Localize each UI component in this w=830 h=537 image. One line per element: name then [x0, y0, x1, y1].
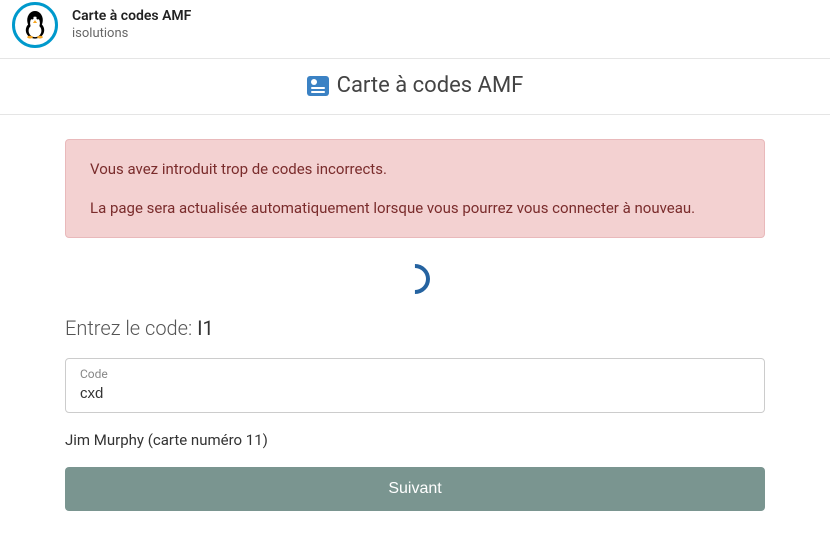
prompt-label: Entrez le code:: [65, 316, 197, 340]
app-avatar: [12, 2, 58, 48]
card-holder-info: Jim Murphy (carte numéro 11): [65, 431, 765, 449]
spinner-icon: [394, 258, 436, 300]
page-title-text: Carte à codes AMF: [337, 73, 524, 98]
code-input-group[interactable]: Code: [65, 358, 765, 413]
code-input[interactable]: [80, 385, 750, 402]
code-input-label: Code: [80, 367, 750, 381]
app-subtitle: isolutions: [72, 26, 191, 43]
prompt-code-value: I1: [197, 316, 214, 340]
alert-line-1: Vous avez introduit trop de codes incorr…: [90, 158, 740, 181]
alert-line-2: La page sera actualisée automatiquement …: [90, 197, 740, 220]
next-button[interactable]: Suivant: [65, 467, 765, 511]
page-title-bar: Carte à codes AMF: [0, 59, 830, 115]
app-header: Carte à codes AMF isolutions: [0, 0, 830, 59]
main-content: Vous avez introduit trop de codes incorr…: [65, 115, 765, 511]
loading-indicator: [65, 238, 765, 316]
error-alert: Vous avez introduit trop de codes incorr…: [65, 139, 765, 238]
code-prompt: Entrez le code: I1: [65, 316, 765, 340]
penguin-icon: [18, 6, 52, 44]
id-card-icon: [307, 76, 329, 96]
app-title: Carte à codes AMF: [72, 7, 191, 25]
